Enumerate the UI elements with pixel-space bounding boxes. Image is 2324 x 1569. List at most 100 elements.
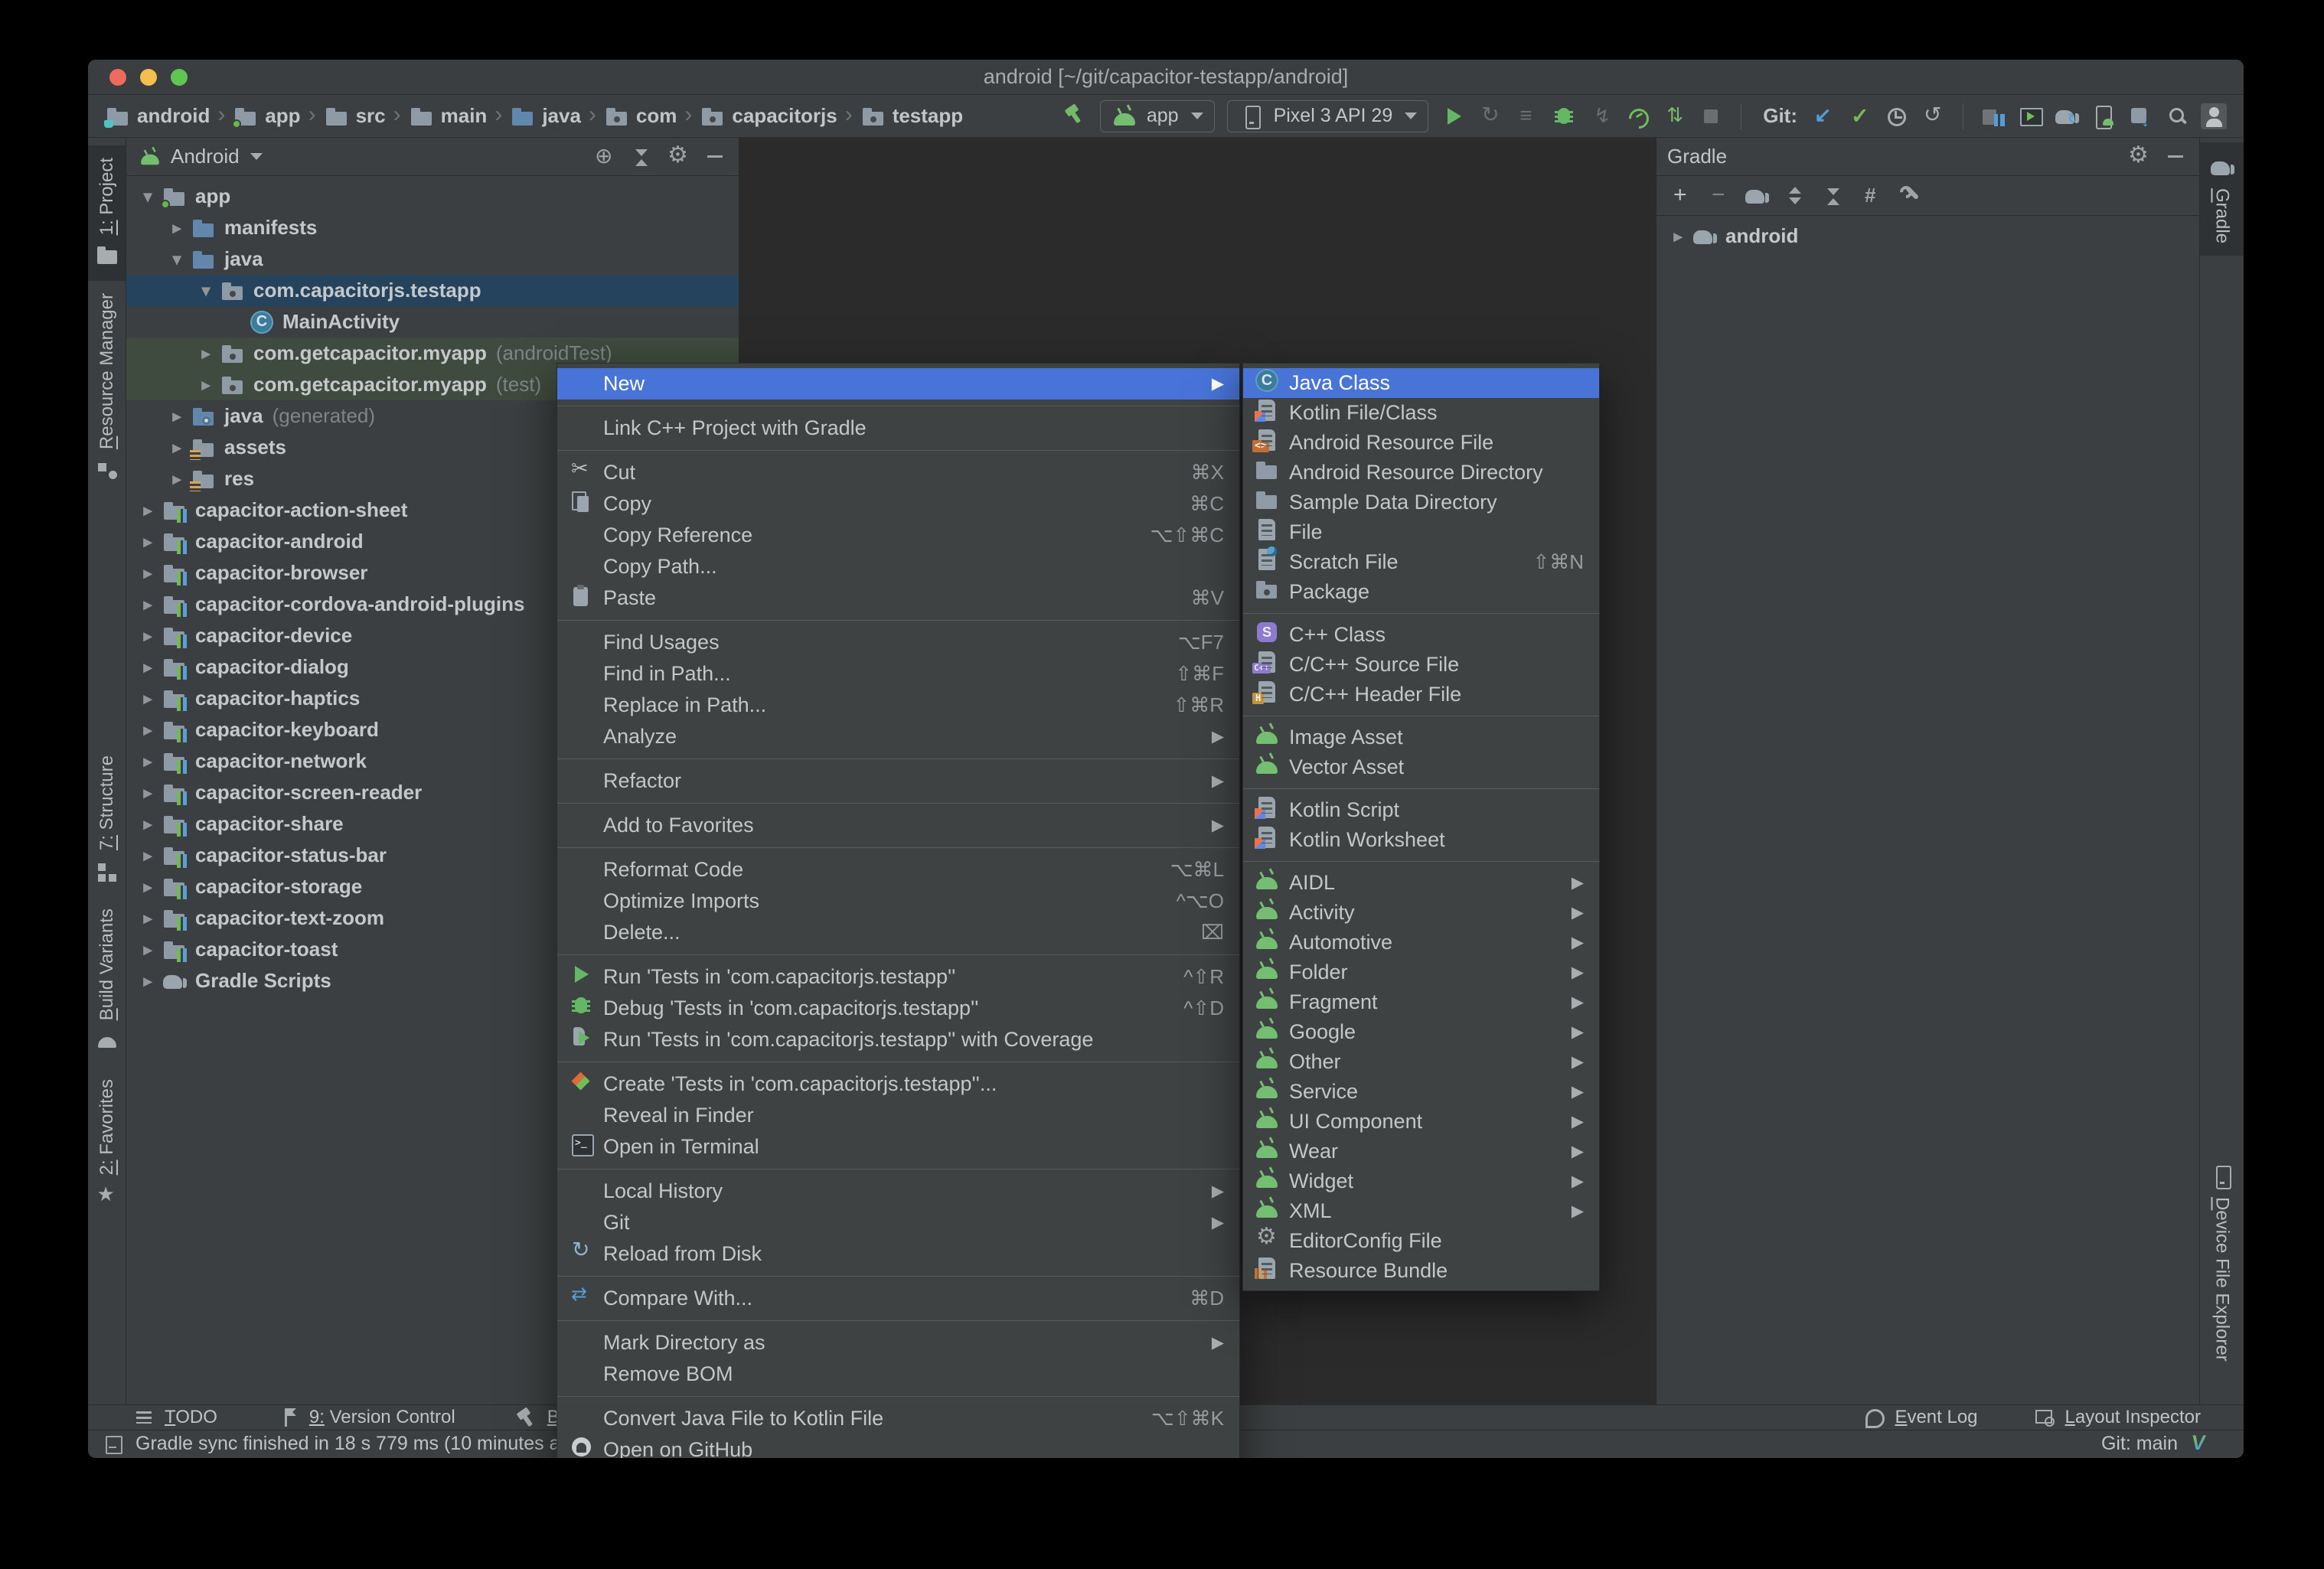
tree-item[interactable]: ▸ android [1657,220,2199,252]
menu-item[interactable]: Compare With... ⌘D [557,1283,1239,1314]
tool-window-tab-2-favorites[interactable]: 2: Favorites [88,1067,126,1221]
wrench-icon[interactable] [1897,183,1923,209]
menu-item[interactable]: C++ Class [1243,619,1599,650]
chevron-right-icon[interactable]: ▸ [134,626,162,646]
chevron-down-icon[interactable]: ▾ [134,187,162,207]
run-config-list-icon[interactable] [1514,103,1540,129]
locate-icon[interactable] [592,143,618,170]
menu-item[interactable]: Folder ▶ [1243,957,1599,987]
menu-item[interactable]: Delete... ⌧ [557,917,1239,948]
menu-item[interactable]: Find in Path... ⇧⌘F [557,658,1239,690]
run-icon[interactable] [1441,103,1467,129]
menu-item[interactable]: Replace in Path... ⇧⌘R [557,690,1239,721]
avatar-icon[interactable] [2201,103,2227,129]
menu-item[interactable]: New ▶ [557,368,1239,400]
chevron-right-icon[interactable]: ▸ [134,783,162,803]
chevron-right-icon[interactable]: ▸ [163,469,191,489]
breadcrumb-item[interactable]: capacitorjs [700,103,837,129]
menu-item[interactable]: Convert Java File to Kotlin File ⌥⇧⌘K [557,1403,1239,1434]
menu-item[interactable]: Reveal in Finder [557,1100,1239,1131]
breadcrumb-item[interactable]: java [510,103,581,129]
run-config-select[interactable]: app [1099,99,1215,132]
chevron-down-icon[interactable]: ▾ [192,281,220,301]
menu-item[interactable]: File [1243,517,1599,547]
menu-item[interactable]: XML ▶ [1243,1196,1599,1226]
menu-item[interactable]: Find Usages ⌥F7 [557,627,1239,658]
menu-item[interactable]: Copy Reference ⌥⇧⌘C [557,520,1239,551]
menu-item[interactable]: Cut ⌘X [557,457,1239,488]
menu-item[interactable]: EditorConfig File [1243,1223,1599,1256]
menu-item[interactable]: Automotive ▶ [1243,928,1599,957]
project-view-selector[interactable]: Android [171,145,240,168]
chevron-right-icon[interactable]: ▸ [134,971,162,991]
menu-item[interactable]: Android Resource File [1243,428,1599,458]
commit-icon[interactable] [1846,103,1872,129]
plus-icon[interactable] [1667,182,1693,209]
chevron-right-icon[interactable]: ▸ [134,720,162,740]
menu-item[interactable]: C/C++ Source File [1243,650,1599,680]
menu-item[interactable]: Open on GitHub [557,1434,1239,1458]
tree-item[interactable]: ▾ com.capacitorjs.testapp [126,275,739,306]
git-branch-widget[interactable]: Git: main [2101,1433,2178,1455]
menu-item[interactable]: Paste ⌘V [557,582,1239,614]
apply-changes-icon[interactable] [1477,102,1503,129]
chevron-right-icon[interactable]: ▸ [163,438,191,458]
menu-item[interactable]: AIDL ▶ [1243,868,1599,898]
collapse-all-icon[interactable] [1820,183,1846,209]
minimize-icon[interactable] [702,144,728,170]
chevron-right-icon[interactable]: ▸ [134,940,162,960]
menu-item[interactable]: Reformat Code ⌥⌘L [557,854,1239,886]
menu-item[interactable]: Package [1243,577,1599,607]
chevron-down-icon[interactable]: ▾ [163,250,191,269]
breadcrumb-item[interactable]: main [409,103,487,129]
menu-item[interactable]: Local History ▶ [557,1176,1239,1207]
menu-item[interactable]: Create 'Tests in 'com.capacitorjs.testap… [557,1068,1239,1100]
run-task-icon[interactable] [1859,183,1885,209]
menu-item[interactable]: Java Class [1243,367,1599,398]
menu-item[interactable]: UI Component ▶ [1243,1107,1599,1137]
tree-item[interactable]: ▸ manifests [126,212,739,243]
menu-item[interactable]: Widget ▶ [1243,1166,1599,1196]
chevron-right-icon[interactable]: ▸ [192,375,220,395]
menu-item[interactable]: Remove BOM [557,1359,1239,1390]
menu-item[interactable]: Activity ▶ [1243,898,1599,928]
chevron-down-icon[interactable] [250,153,263,160]
apply-code-changes-icon[interactable] [1661,103,1687,129]
chevron-right-icon[interactable]: ▸ [134,595,162,615]
chevron-right-icon[interactable]: ▸ [134,908,162,928]
menu-item[interactable]: Resource Bundle [1243,1256,1599,1286]
project-structure-icon[interactable] [1980,103,2006,129]
menu-item[interactable]: Sample Data Directory [1243,488,1599,517]
menu-item[interactable]: Copy Path... [557,551,1239,582]
menu-item[interactable]: C/C++ Header File [1243,680,1599,709]
chevron-right-icon[interactable]: ▸ [1664,227,1692,246]
menu-item[interactable]: Google ▶ [1243,1017,1599,1047]
menu-item[interactable]: Analyze ▶ [557,721,1239,752]
status-widget-event-log[interactable]: Event Log [1861,1404,1978,1430]
chevron-right-icon[interactable]: ▸ [134,689,162,709]
chevron-right-icon[interactable]: ▸ [163,218,191,238]
menu-item[interactable]: Kotlin Script [1243,795,1599,825]
update-project-icon[interactable] [1810,103,1836,129]
menu-item[interactable]: Fragment ▶ [1243,987,1599,1017]
collapse-all-icon[interactable] [628,144,654,170]
menu-item[interactable]: Scratch File ⇧⌘N [1243,546,1599,577]
chevron-right-icon[interactable]: ▸ [163,406,191,426]
menu-item[interactable]: Other ▶ [1243,1047,1599,1077]
chevron-right-icon[interactable]: ▸ [134,501,162,520]
chevron-right-icon[interactable]: ▸ [134,563,162,583]
menu-item[interactable]: Run 'Tests in 'com.capacitorjs.testapp''… [557,961,1239,993]
menu-item[interactable]: Open in Terminal [557,1131,1239,1163]
chevron-right-icon[interactable]: ▸ [134,846,162,866]
chevron-right-icon[interactable]: ▸ [134,877,162,897]
settings-icon[interactable] [665,142,691,170]
menu-item[interactable]: Link C++ Project with Gradle [557,413,1239,444]
chevron-right-icon[interactable]: ▸ [134,657,162,677]
rollback-icon[interactable] [1920,102,1946,129]
sdk-manager-icon[interactable] [2127,103,2153,131]
menu-item[interactable]: Run 'Tests in 'com.capacitorjs.testapp''… [557,1024,1239,1055]
menu-item[interactable]: Image Asset [1243,723,1599,752]
minimize-icon[interactable] [2162,144,2189,170]
menu-item[interactable]: Refactor ▶ [557,765,1239,797]
settings-icon[interactable] [2126,142,2152,170]
